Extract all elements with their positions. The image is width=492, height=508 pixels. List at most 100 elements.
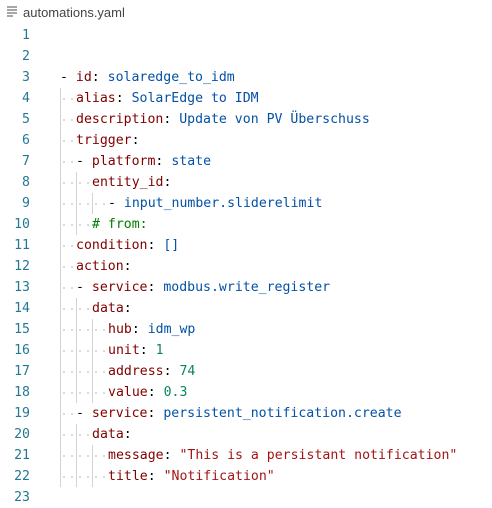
line-number: 2 — [22, 49, 30, 64]
whitespace-marker — [71, 308, 73, 310]
line-number: 12 — [14, 259, 30, 274]
line-number: 17 — [14, 364, 30, 379]
yaml-key: platform — [91, 154, 156, 169]
whitespace-marker — [71, 98, 73, 100]
line-number: 6 — [22, 133, 30, 148]
yaml-string: "This is a persistant notification" — [179, 448, 458, 463]
code-line: 21 message: "This is a persistant notific… — [0, 445, 492, 466]
yaml-string: "Notification" — [163, 469, 275, 484]
line-number: 8 — [22, 175, 30, 190]
whitespace-marker — [63, 140, 65, 142]
code-line: 20 data: — [0, 424, 492, 445]
whitespace-marker — [71, 266, 73, 268]
code-line: 9 - input_number.sliderelimit — [0, 193, 492, 214]
whitespace-marker — [87, 203, 89, 205]
whitespace-marker — [63, 476, 65, 478]
whitespace-marker — [79, 329, 81, 331]
whitespace-marker — [71, 245, 73, 247]
whitespace-marker — [103, 455, 105, 457]
whitespace-marker — [71, 140, 73, 142]
code-line: 15 hub: idm_wp — [0, 319, 492, 340]
yaml-value: solaredge_to_idm — [107, 70, 235, 85]
whitespace-marker — [63, 287, 65, 289]
whitespace-marker — [63, 245, 65, 247]
yaml-key: entity_id — [92, 175, 164, 190]
code-line: 5 description: Update von PV Überschuss — [0, 109, 492, 130]
whitespace-marker — [71, 413, 73, 415]
code-line: 3 - id: solaredge_to_idm — [0, 67, 492, 88]
yaml-value: state — [171, 154, 212, 169]
code-line: 7 - platform: state — [0, 151, 492, 172]
whitespace-marker — [79, 350, 81, 352]
whitespace-marker — [71, 476, 73, 478]
whitespace-marker — [87, 476, 89, 478]
whitespace-marker — [63, 350, 65, 352]
yaml-number: 0.3 — [163, 385, 188, 400]
yaml-key: id — [75, 70, 92, 85]
yaml-colon: : — [139, 343, 156, 358]
yaml-value: SolarEdge to IDM — [131, 91, 259, 106]
code-line: 2 — [0, 46, 492, 67]
whitespace-marker — [63, 161, 65, 163]
list-dash: - — [76, 154, 92, 169]
line-number: 10 — [14, 217, 30, 232]
yaml-comment: # from: — [92, 217, 148, 232]
code-line: 6 trigger: — [0, 130, 492, 151]
yaml-number: 74 — [179, 364, 196, 379]
whitespace-marker — [87, 392, 89, 394]
code-line: 11 condition: [] — [0, 235, 492, 256]
whitespace-marker — [79, 371, 81, 373]
editor-tab[interactable]: automations.yaml — [0, 0, 492, 24]
whitespace-marker — [87, 350, 89, 352]
yaml-colon: : — [147, 406, 164, 421]
code-line: 12 action: — [0, 256, 492, 277]
whitespace-marker — [79, 476, 81, 478]
line-number: 15 — [14, 322, 30, 337]
whitespace-marker — [103, 329, 105, 331]
yaml-key: condition — [76, 238, 148, 253]
yaml-key: data — [92, 301, 124, 316]
yaml-value: input_number.sliderelimit — [123, 196, 323, 211]
indent-guide — [92, 445, 93, 487]
line-number: 11 — [14, 238, 30, 253]
yaml-colon: : — [147, 385, 164, 400]
yaml-value: Update von PV Überschuss — [179, 112, 370, 127]
code-line: 18 value: 0.3 — [0, 382, 492, 403]
whitespace-marker — [63, 224, 65, 226]
yaml-key: address — [108, 364, 164, 379]
whitespace-marker — [95, 476, 97, 478]
whitespace-marker — [71, 182, 73, 184]
list-dash: - — [60, 70, 76, 85]
whitespace-marker — [71, 329, 73, 331]
line-number: 21 — [14, 448, 30, 463]
whitespace-marker — [87, 455, 89, 457]
whitespace-marker — [95, 455, 97, 457]
code-line: 14 data: — [0, 298, 492, 319]
whitespace-marker — [71, 287, 73, 289]
yaml-key: data — [92, 427, 124, 442]
yaml-key: message — [108, 448, 164, 463]
yaml-key: value — [108, 385, 148, 400]
whitespace-marker — [79, 308, 81, 310]
whitespace-marker — [63, 413, 65, 415]
yaml-value: idm_wp — [147, 322, 196, 337]
whitespace-marker — [71, 350, 73, 352]
whitespace-marker — [71, 203, 73, 205]
whitespace-marker — [87, 308, 89, 310]
code-editor[interactable]: 123- id: solaredge_to_idm 4 alias: SolarEd… — [0, 22, 492, 505]
file-lines-icon — [7, 6, 17, 18]
list-dash: - — [76, 280, 92, 295]
line-number: 19 — [14, 406, 30, 421]
yaml-key: alias — [76, 91, 116, 106]
whitespace-marker — [79, 182, 81, 184]
yaml-colon: : — [131, 133, 140, 148]
line-number: 9 — [22, 196, 30, 211]
whitespace-marker — [79, 224, 81, 226]
yaml-number: 1 — [155, 343, 164, 358]
whitespace-marker — [63, 98, 65, 100]
code-line: 1 — [0, 25, 492, 46]
whitespace-marker — [71, 224, 73, 226]
whitespace-marker — [103, 371, 105, 373]
code-line: 4 alias: SolarEdge to IDM — [0, 88, 492, 109]
yaml-key: description — [76, 112, 164, 127]
